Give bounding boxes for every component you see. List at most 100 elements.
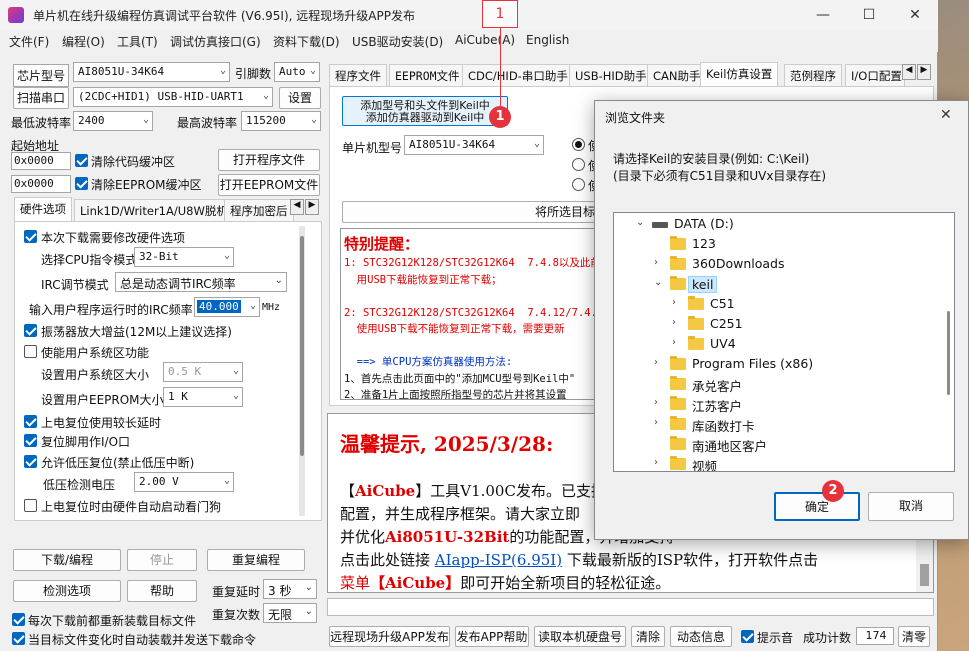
chevron-right-icon[interactable]: › [654, 397, 666, 408]
tab-io-config[interactable]: I/O口配置 [845, 64, 905, 86]
beep-checkbox[interactable] [741, 630, 754, 643]
emulator-mode-radio-3[interactable] [572, 178, 585, 191]
folder-tree-scrollbar[interactable] [944, 213, 954, 471]
reload-each-checkbox[interactable] [12, 613, 25, 626]
tree-node-folder[interactable]: 123 [654, 235, 924, 255]
scan-port-button[interactable]: 扫描串口 [13, 87, 69, 109]
dialog-ok-button[interactable]: 确定 [774, 492, 860, 521]
reset-pin-io-checkbox[interactable] [24, 434, 37, 447]
emulator-mode-radio-2[interactable] [572, 158, 585, 171]
maximize-button[interactable]: ☐ [846, 0, 892, 30]
code-start-address-input[interactable]: 0x0000 [11, 152, 71, 170]
menu-usb-driver[interactable]: USB驱动安装(D) [352, 33, 443, 50]
open-eeprom-file-button[interactable]: 打开EEPROM文件 [218, 174, 320, 196]
chevron-right-icon[interactable]: › [654, 357, 666, 368]
folder-tree[interactable]: ⌄ DATA (D:) 123 › 360Downloads ⌄ keil › C51 › C251… [613, 212, 955, 472]
right-tab-scroll-right-button[interactable]: ▶ [917, 64, 931, 80]
open-program-file-button[interactable]: 打开程序文件 [218, 149, 320, 171]
tab-program-file[interactable]: 程序文件 [329, 64, 387, 86]
hw-watchdog-checkbox[interactable] [24, 499, 37, 512]
check-options-button[interactable]: 检测选项 [13, 580, 121, 602]
tab-eeprom-file[interactable]: EEPROM文件 [389, 64, 466, 86]
chevron-down-icon[interactable]: ⌄ [636, 217, 648, 228]
tree-node-drive[interactable]: ⌄ DATA (D:) [636, 215, 924, 235]
eeprom-start-address-input[interactable]: 0x0000 [11, 175, 71, 193]
max-baud-select[interactable]: 115200 ⌄ [241, 111, 321, 131]
port-settings-button[interactable]: 设置 [279, 87, 321, 109]
tree-node-folder[interactable]: ⌄ keil [654, 275, 924, 295]
tree-node-folder[interactable]: › C251 [672, 315, 924, 335]
menu-debug[interactable]: 调试仿真接口(G) [170, 33, 261, 50]
tab-scroll-left-button[interactable]: ◀ [290, 199, 304, 215]
read-disk-id-button[interactable]: 读取本机硬盘号 [534, 626, 626, 647]
tab-scroll-right-button[interactable]: ▶ [305, 199, 319, 215]
sys-area-size-select[interactable]: 0.5 K ⌄ [163, 362, 243, 382]
add-to-keil-button[interactable]: 添加型号和头文件到Keil中 添加仿真器驱动到Keil中 [342, 96, 508, 126]
tab-example-programs[interactable]: 范例程序 [784, 64, 842, 86]
download-isp-link[interactable]: AIapp-ISP(6.95I) [435, 551, 562, 569]
tree-node-folder[interactable]: › UV4 [672, 335, 924, 355]
chevron-down-icon[interactable]: ⌄ [654, 277, 666, 288]
menu-aicube[interactable]: AiCube(A) [455, 33, 515, 47]
menu-downloads[interactable]: 资料下载(D) [273, 33, 340, 50]
chevron-right-icon[interactable]: › [654, 417, 666, 428]
chevron-right-icon[interactable]: › [654, 457, 666, 468]
chevron-right-icon[interactable]: › [672, 317, 684, 328]
lvd-voltage-select[interactable]: 2.00 V ⌄ [134, 472, 234, 492]
eeprom-size-select[interactable]: 1 K ⌄ [163, 387, 243, 407]
dialog-cancel-button[interactable]: 取消 [868, 492, 954, 521]
remote-upgrade-app-button[interactable]: 远程现场升级APP发布 [329, 626, 450, 647]
minimize-button[interactable]: — [800, 0, 846, 30]
download-program-button[interactable]: 下载/编程 [13, 549, 121, 571]
tab-program-encryption[interactable]: 程序加密后 [224, 199, 294, 221]
auto-reload-checkbox[interactable] [12, 632, 25, 645]
tab-can-helper[interactable]: CAN助手 [647, 64, 707, 86]
irc-freq-input[interactable]: 40.000 ⌄ [194, 297, 260, 317]
panel-scrollbar[interactable] [299, 226, 305, 516]
menu-file[interactable]: 文件(F) [9, 33, 49, 50]
tree-node-folder[interactable]: 承兑客户 [654, 375, 924, 395]
close-button[interactable]: ✕ [892, 0, 938, 30]
tree-node-folder[interactable]: 南通地区客户 [654, 435, 924, 455]
tree-node-folder[interactable]: › Program Files (x86) [654, 355, 924, 375]
stop-button[interactable]: 停止 [127, 549, 197, 571]
menu-program[interactable]: 编程(O) [62, 33, 105, 50]
irc-mode-select[interactable]: 总是动态调节IRC频率 ⌄ [115, 272, 287, 292]
help-button[interactable]: 帮助 [127, 580, 197, 602]
clear-eeprom-buffer-checkbox[interactable] [75, 177, 88, 190]
dynamic-info-button[interactable]: 动态信息 [670, 626, 732, 647]
dialog-close-button[interactable]: ✕ [940, 107, 952, 123]
tab-keil-debug-settings[interactable]: Keil仿真设置 [700, 62, 779, 86]
pin-count-select[interactable]: Auto ⌄ [274, 62, 320, 82]
tree-node-folder[interactable]: › 库函数打卡 [654, 415, 924, 435]
long-reset-delay-checkbox[interactable] [24, 415, 37, 428]
tree-node-folder[interactable]: › 视频 [654, 455, 924, 471]
chevron-right-icon[interactable]: › [672, 297, 684, 308]
menu-tools[interactable]: 工具(T) [117, 33, 158, 50]
osc-gain-checkbox[interactable] [24, 324, 37, 337]
tree-node-folder[interactable]: › C51 [672, 295, 924, 315]
tab-usb-hid-helper[interactable]: USB-HID助手 [569, 64, 653, 86]
menu-english[interactable]: English [526, 33, 569, 47]
chevron-right-icon[interactable]: › [672, 337, 684, 348]
tab-hardware-options[interactable]: 硬件选项 [14, 197, 72, 221]
repeat-program-button[interactable]: 重复编程 [207, 549, 305, 571]
repeat-delay-select[interactable]: 3 秒 ⌄ [263, 579, 317, 599]
clear-code-buffer-checkbox[interactable] [75, 154, 88, 167]
tab-offline-programmer[interactable]: Link1D/Writer1A/U8W脱机 [74, 199, 234, 221]
emulator-mode-radio-1[interactable] [572, 138, 585, 151]
com-port-select[interactable]: (2CDC+HID1) USB-HID-UART1 ⌄ [73, 87, 273, 107]
tab-cdc-hid-serial[interactable]: CDC/HID-串口助手 [462, 64, 574, 86]
tree-node-folder[interactable]: › 江苏客户 [654, 395, 924, 415]
repeat-count-select[interactable]: 无限 ⌄ [263, 603, 317, 623]
right-tab-scroll-left-button[interactable]: ◀ [902, 64, 916, 80]
publish-app-help-button[interactable]: 发布APP帮助 [455, 626, 529, 647]
modify-hw-options-checkbox[interactable] [24, 230, 37, 243]
chevron-right-icon[interactable]: › [654, 257, 666, 268]
cpu-mode-select[interactable]: 32-Bit ⌄ [134, 247, 234, 267]
tree-node-folder[interactable]: › 360Downloads [654, 255, 924, 275]
clear-button[interactable]: 清除 [631, 626, 665, 647]
low-voltage-reset-checkbox[interactable] [24, 455, 37, 468]
min-baud-select[interactable]: 2400 ⌄ [73, 111, 153, 131]
set-target-button[interactable]: 将所选目标 [342, 201, 602, 223]
